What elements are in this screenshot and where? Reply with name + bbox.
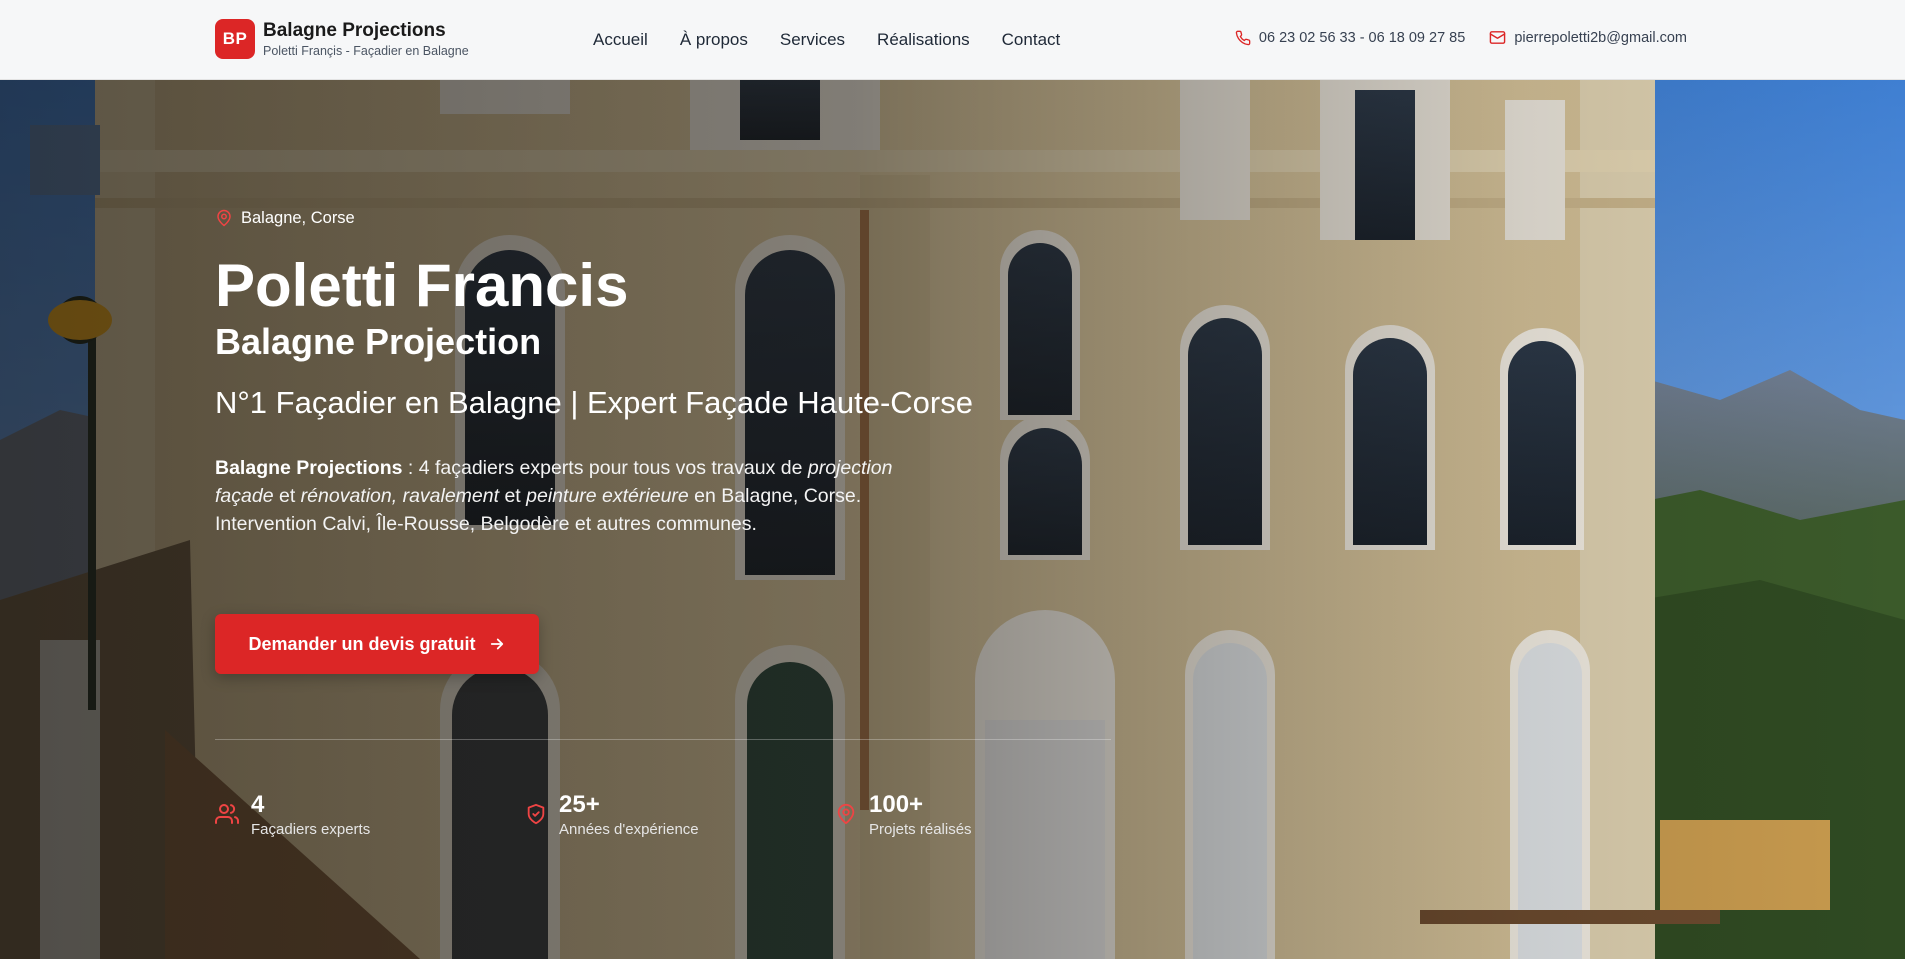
brand-name: Balagne Projections [263, 19, 446, 41]
stat-experts: 4 Façadiers experts [215, 790, 370, 840]
hero-subtitle: Balagne Projection [215, 321, 542, 362]
nav-link-services[interactable]: Services [780, 28, 845, 52]
shield-icon [527, 803, 545, 825]
header-contact: 06 23 02 56 33 - 06 18 09 27 85 pierrepo… [1235, 29, 1687, 46]
hero-divider [215, 739, 1111, 740]
phone-link[interactable]: 06 23 02 56 33 - 06 18 09 27 85 [1235, 30, 1465, 46]
request-quote-button[interactable]: Demander un devis gratuit [215, 614, 539, 674]
map-pin-icon [217, 209, 231, 227]
hero-description-part3: et [499, 485, 527, 507]
hero-description-em3: peinture extérieure [526, 485, 689, 507]
nav-link-a-propos[interactable]: À propos [680, 28, 748, 52]
stat-projects-value: 100+ [869, 791, 924, 818]
stat-years-label: Années d'expérience [559, 821, 699, 838]
brand-logo-link[interactable]: BP Balagne Projections Poletti Françis -… [215, 19, 469, 59]
stat-years-text: 25+ Années d'expérience [559, 790, 699, 840]
phone-text: 06 23 02 56 33 - 06 18 09 27 85 [1258, 29, 1466, 46]
request-quote-label: Demander un devis gratuit [248, 633, 476, 654]
stat-years-value: 25+ [559, 791, 600, 818]
main-nav: Accueil À propos Services Réalisations C… [593, 28, 1060, 52]
nav-link-accueil[interactable]: Accueil [593, 28, 648, 52]
nav-link-contact[interactable]: Contact [1002, 28, 1061, 52]
brand-text: Balagne Projections Poletti Françis - Fa… [263, 20, 469, 59]
site-header: BP Balagne Projections Poletti Françis -… [0, 0, 1905, 80]
hero-section: Balagne, Corse Poletti Francis Balagne P… [0, 80, 1905, 959]
email-link[interactable]: pierrepoletti2b@gmail.com [1489, 29, 1687, 46]
users-icon [215, 804, 239, 824]
phone-icon [1235, 30, 1251, 45]
arrow-right-icon [490, 638, 503, 650]
mail-icon [1490, 31, 1506, 44]
stat-experts-value: 4 [251, 791, 265, 818]
stat-projects-label: Projets réalisés [869, 821, 972, 838]
hero-location: Balagne, Corse [215, 208, 355, 228]
hero-location-text: Balagne, Corse [241, 208, 355, 227]
hero-title: Poletti Francis [215, 252, 629, 319]
stat-projects: 100+ Projets réalisés [835, 790, 972, 840]
email-text: pierrepoletti2b@gmail.com [1514, 29, 1687, 46]
map-pin-icon [837, 803, 855, 825]
hero-description-brand: Balagne Projections [215, 457, 403, 479]
stat-experts-label: Façadiers experts [251, 821, 371, 838]
stat-experts-text: 4 Façadiers experts [251, 790, 370, 840]
hero-description-em2: rénovation, ravalement [300, 485, 500, 507]
brand-subtitle: Poletti Françis - Façadier en Balagne [263, 43, 469, 58]
hero-tagline: N°1 Façadier en Balagne | Expert Façade … [215, 385, 973, 420]
hero-description-part2: et [273, 485, 301, 507]
hero-description-part1: : 4 façadiers experts pour tous vos trav… [402, 457, 808, 479]
logo-badge: BP [215, 19, 255, 59]
nav-link-realisations[interactable]: Réalisations [877, 28, 970, 52]
stat-years: 25+ Années d'expérience [525, 790, 699, 840]
stat-projects-text: 100+ Projets réalisés [869, 790, 972, 840]
hero-description: Balagne Projections : 4 façadiers expert… [215, 454, 895, 538]
